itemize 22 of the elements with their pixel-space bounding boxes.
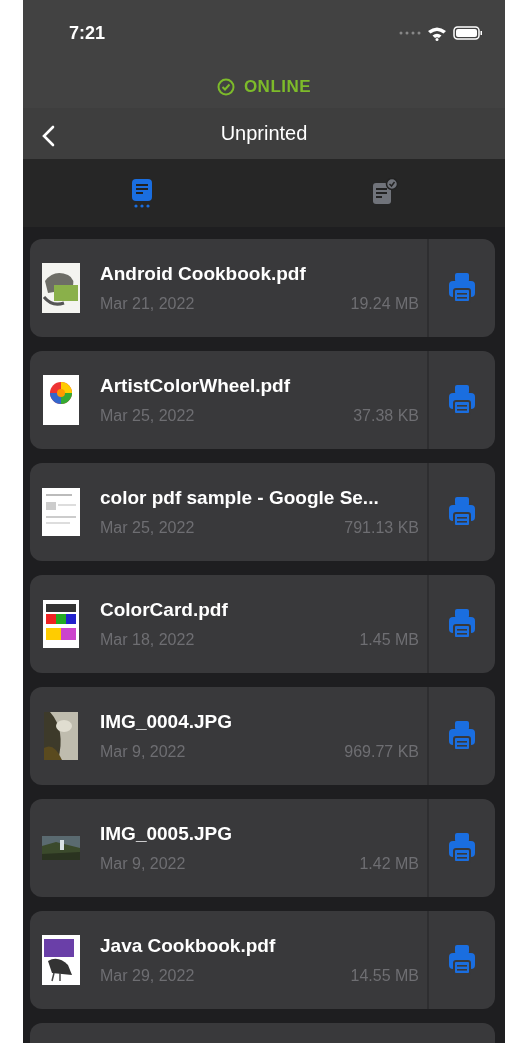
printer-icon bbox=[448, 608, 476, 640]
back-icon[interactable] bbox=[41, 125, 55, 147]
printer-icon bbox=[448, 832, 476, 864]
signal-icon bbox=[399, 31, 421, 35]
file-name: IMG_0005.JPG bbox=[100, 823, 234, 845]
file-name: IMG_0004.JPG bbox=[100, 711, 234, 733]
printer-icon bbox=[448, 272, 476, 304]
printer-icon bbox=[448, 384, 476, 416]
status-time: 7:21 bbox=[69, 22, 106, 44]
file-name: ColorCard.pdf bbox=[100, 599, 229, 621]
printer-icon bbox=[448, 720, 476, 752]
file-name: Java Cookbook.pdf bbox=[100, 935, 277, 957]
file-name: ArtistColorWheel.pdf bbox=[100, 375, 291, 397]
connection-status: ONLINE bbox=[243, 77, 312, 97]
printer-icon bbox=[448, 944, 476, 976]
battery-icon bbox=[453, 26, 483, 40]
file-name: color pdf sample - Google Se... bbox=[100, 487, 380, 509]
printer-icon bbox=[448, 496, 476, 528]
screen-title: Unprinted bbox=[219, 122, 309, 146]
file-name: Android Cookbook.pdf bbox=[100, 263, 307, 285]
wifi-icon bbox=[427, 25, 447, 41]
check-circle-icon bbox=[216, 78, 235, 96]
